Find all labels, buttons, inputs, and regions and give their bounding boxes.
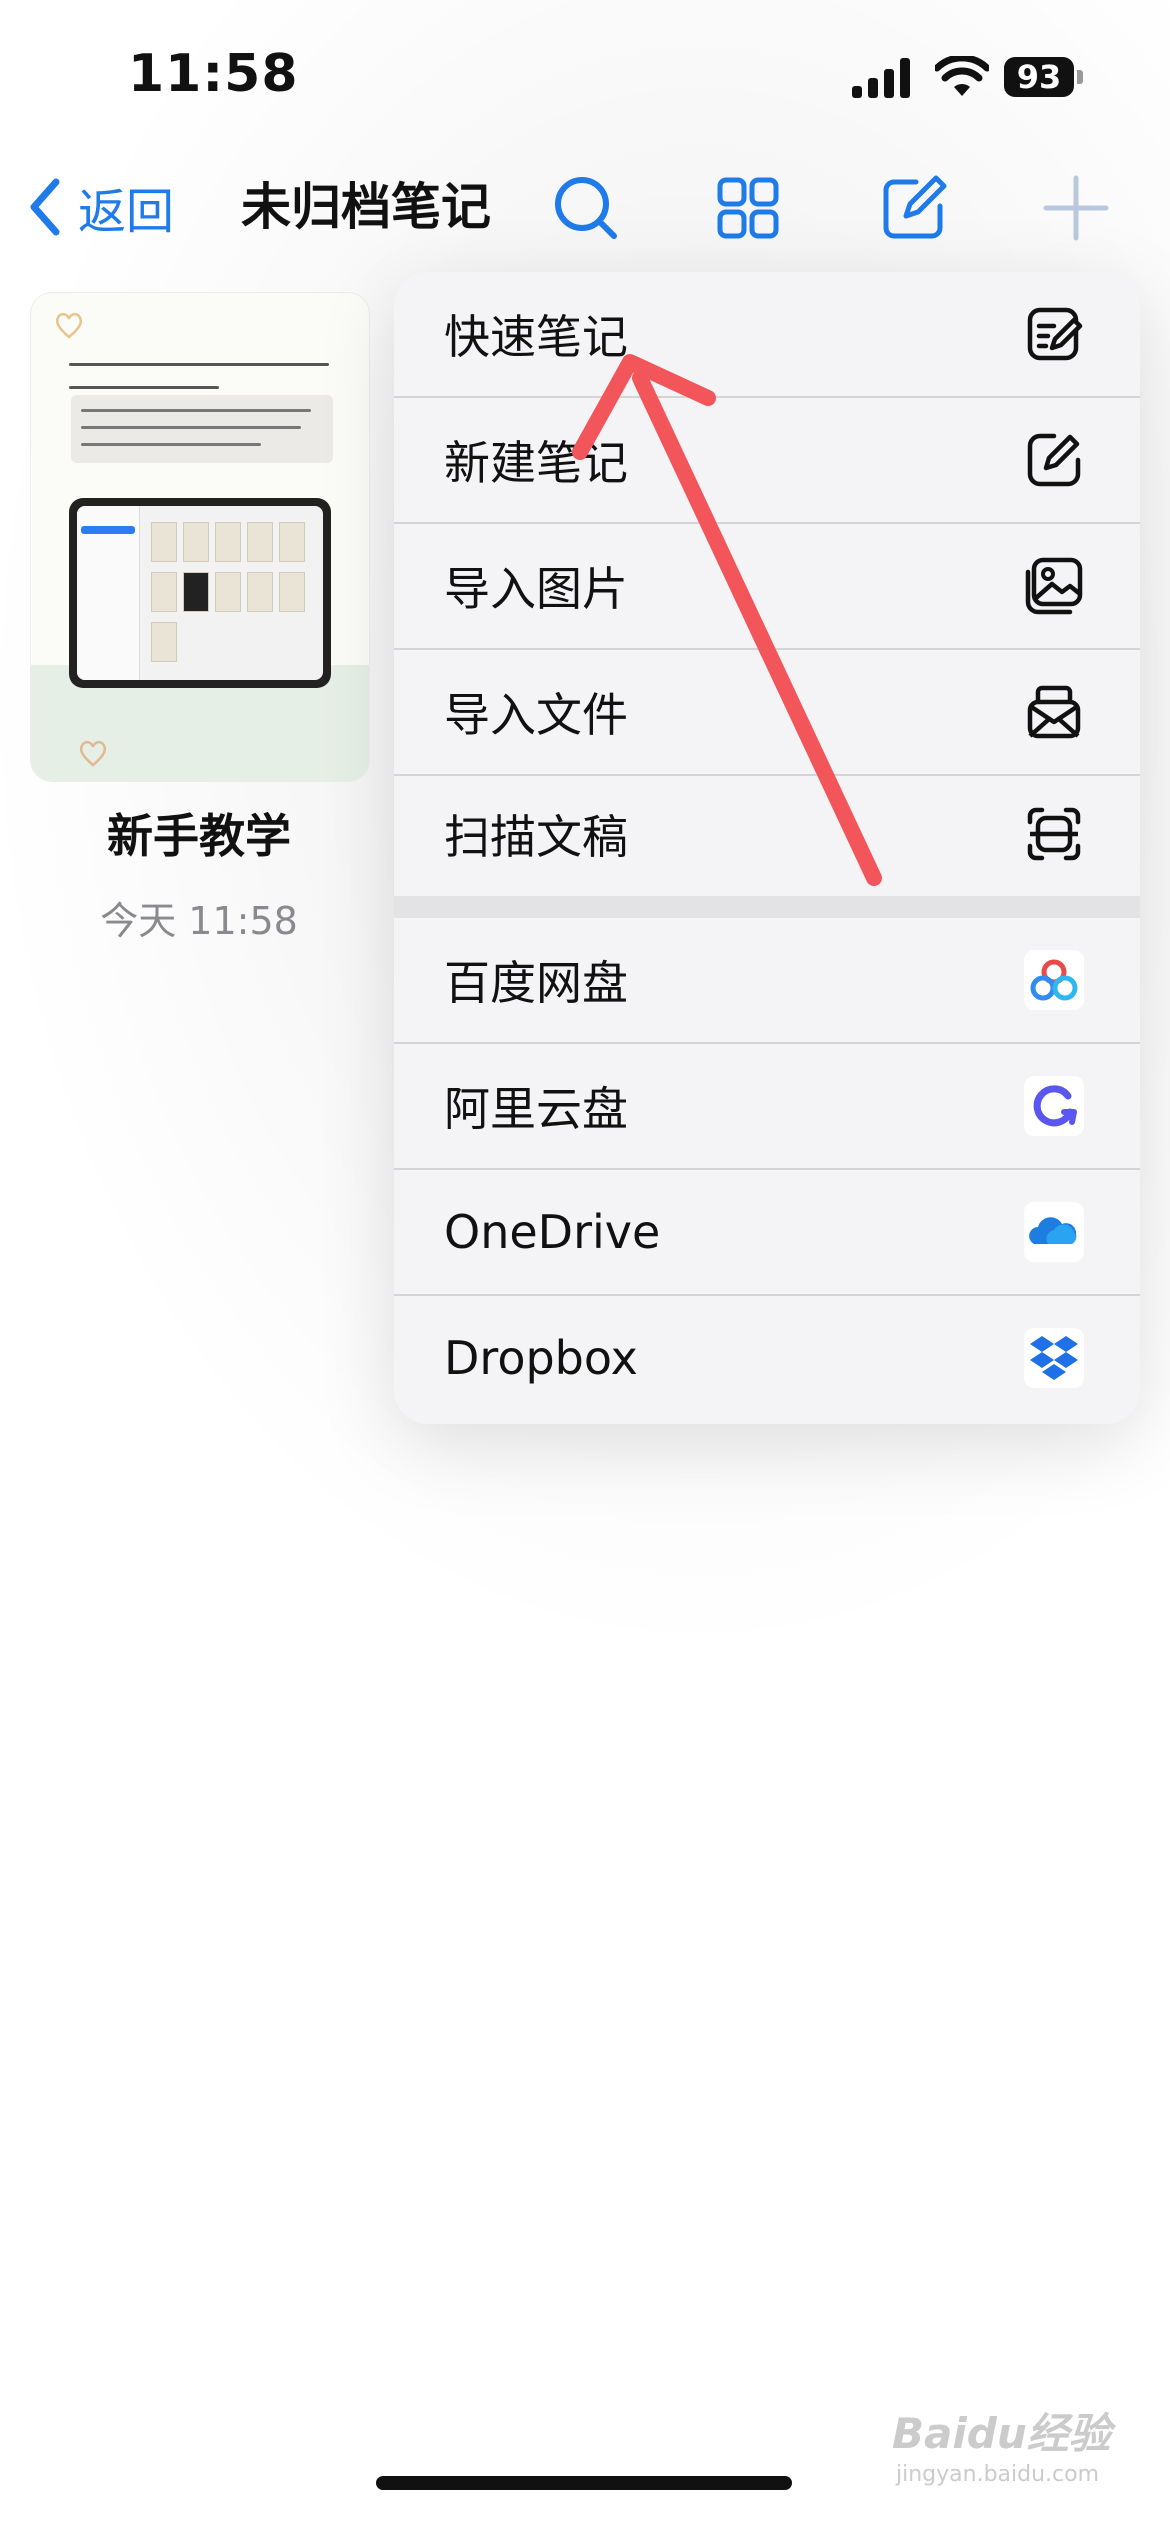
menu-item-label: 百度网盘 [444, 956, 628, 1010]
menu-item-aliyun-drive[interactable]: 阿里云盘 [394, 1044, 1140, 1168]
menu-item-label: OneDrive [444, 1205, 661, 1259]
note-thumbnail[interactable] [30, 292, 370, 782]
menu-item-label: 扫描文稿 [444, 810, 628, 864]
back-button[interactable]: 返回 [28, 172, 174, 242]
battery-level: 93 [1016, 58, 1062, 96]
note-title[interactable]: 新手教学 [30, 800, 368, 866]
menu-item-label: 快速笔记 [444, 310, 628, 364]
status-time: 11:58 [128, 44, 299, 104]
menu-item-scan-document[interactable]: 扫描文稿 [394, 772, 1140, 896]
back-label: 返回 [78, 184, 175, 240]
menu-item-new-note[interactable]: 新建笔记 [394, 398, 1140, 522]
menu-item-baidu-netdisk[interactable]: 百度网盘 [394, 918, 1140, 1042]
compose-icon[interactable] [876, 170, 952, 246]
menu-item-import-image[interactable]: 导入图片 [394, 524, 1140, 648]
onedrive-icon [1022, 1200, 1086, 1264]
scan-icon [1022, 802, 1086, 866]
menu-item-label: 新建笔记 [444, 436, 628, 490]
menu-group-separator [394, 896, 1140, 918]
chevron-left-icon [30, 178, 60, 236]
quick-note-icon [1022, 302, 1086, 366]
new-note-icon [1022, 428, 1086, 492]
thumbnail-textbox [71, 395, 333, 463]
menu-item-label: 导入图片 [444, 562, 628, 616]
home-indicator[interactable] [376, 2476, 792, 2490]
aliyun-drive-icon [1022, 1074, 1086, 1138]
search-icon[interactable] [548, 170, 624, 246]
menu-item-label: 阿里云盘 [444, 1082, 628, 1136]
cellular-signal-icon [852, 58, 910, 98]
watermark-url: jingyan.baidu.com [896, 2462, 1100, 2487]
menu-item-import-file[interactable]: 导入文件 [394, 650, 1140, 774]
baidu-netdisk-icon [1022, 948, 1086, 1012]
battery-indicator: 93 [1004, 57, 1084, 99]
heart-doodle-icon [55, 312, 83, 339]
menu-item-quick-note[interactable]: 快速笔记 [394, 272, 1140, 396]
file-import-icon [1022, 680, 1086, 744]
note-date: 今天 11:58 [100, 899, 298, 943]
menu-item-label: Dropbox [444, 1331, 638, 1385]
add-menu-popup: 快速笔记 新建笔记 导入图片 导入文件 扫描文稿 百度网盘 阿里云盘 OneDr… [394, 272, 1140, 1424]
page-title: 未归档笔记 [241, 178, 491, 236]
image-import-icon [1022, 554, 1086, 618]
tablet-illustration [69, 498, 331, 688]
grid-view-icon[interactable] [710, 170, 786, 246]
heart-doodle-icon [79, 740, 107, 767]
watermark: Baidu经验 [892, 2409, 1111, 2458]
menu-item-onedrive[interactable]: OneDrive [394, 1170, 1140, 1294]
menu-item-dropbox[interactable]: Dropbox [394, 1296, 1140, 1420]
plus-icon[interactable] [1038, 170, 1114, 246]
menu-item-label: 导入文件 [444, 688, 628, 742]
wifi-icon [935, 56, 989, 96]
dropbox-icon [1022, 1326, 1086, 1390]
